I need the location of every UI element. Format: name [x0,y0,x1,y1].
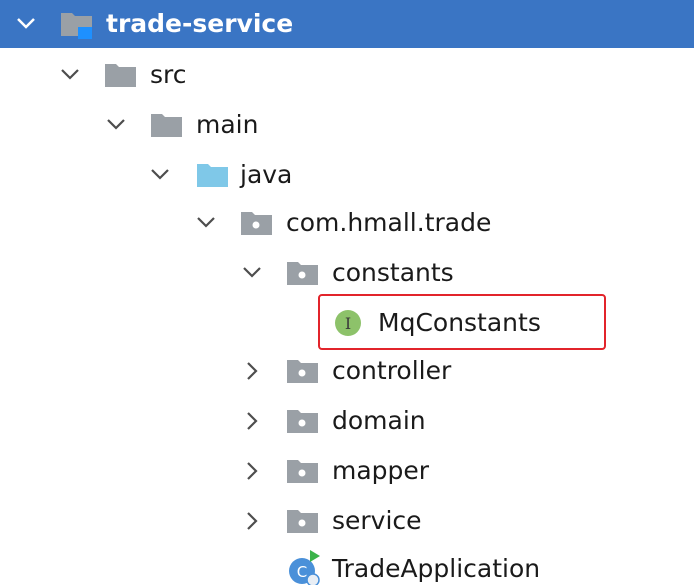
tree-item-label: main [196,110,259,139]
tree-item-constants[interactable]: constants [0,248,694,298]
tree-item-label: java [240,160,293,189]
project-tree: trade-service src main java com.hmall.tr… [0,0,694,585]
folder-icon [148,100,188,150]
package-icon [238,198,278,248]
module-folder-icon [58,0,98,50]
tree-item-tradeapplication[interactable]: C TradeApplication [0,544,694,585]
tree-item-label: trade-service [106,9,294,38]
chevron-right-icon[interactable] [238,446,268,496]
tree-item-src[interactable]: src [0,50,694,100]
tree-item-com-hmall-trade[interactable]: com.hmall.trade [0,198,694,248]
package-icon [284,248,324,298]
tree-item-label: src [150,60,187,89]
class-icon-letter: C [297,563,307,581]
chevron-down-icon[interactable] [238,248,268,298]
folder-icon [102,50,142,100]
tree-item-label: service [332,506,422,535]
tree-item-java[interactable]: java [0,150,694,200]
chevron-right-icon[interactable] [238,496,268,546]
tree-item-controller[interactable]: controller [0,346,694,396]
tree-item-mapper[interactable]: mapper [0,446,694,496]
highlight-box [318,294,606,350]
tree-item-label: com.hmall.trade [286,208,492,237]
chevron-down-icon[interactable] [192,198,222,248]
chevron-down-icon[interactable] [56,50,86,100]
tree-item-domain[interactable]: domain [0,396,694,446]
chevron-right-icon[interactable] [238,396,268,446]
tree-item-label: constants [332,258,454,287]
tree-item-trade-service[interactable]: trade-service [0,0,694,48]
chevron-right-icon[interactable] [238,346,268,396]
chevron-down-icon[interactable] [12,0,42,50]
tree-item-label: domain [332,406,426,435]
spring-boot-class-icon: C [284,544,324,585]
source-root-folder-icon [194,150,234,200]
package-icon [284,496,324,546]
tree-item-label: controller [332,356,452,385]
tree-item-main[interactable]: main [0,100,694,150]
tree-item-label: TradeApplication [332,554,541,583]
chevron-down-icon[interactable] [146,150,176,200]
chevron-down-icon[interactable] [102,100,132,150]
package-icon [284,446,324,496]
package-icon [284,396,324,446]
tree-item-service[interactable]: service [0,496,694,546]
package-icon [284,346,324,396]
tree-item-label: mapper [332,456,430,485]
